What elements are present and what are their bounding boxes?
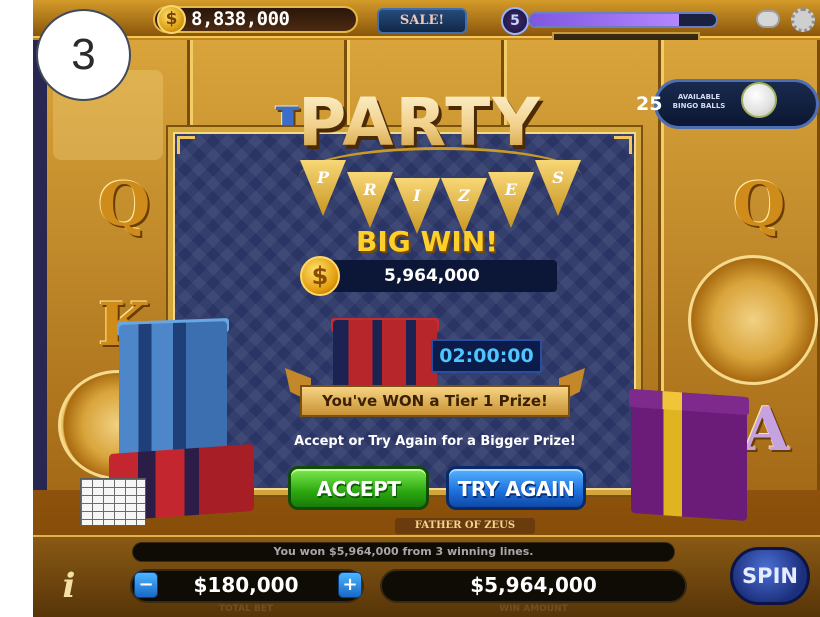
- decrease-bet-button[interactable]: −: [134, 572, 158, 598]
- level-progress-fill: [530, 14, 679, 26]
- reel-frame-strip: [33, 40, 47, 490]
- info-icon[interactable]: i: [54, 566, 84, 606]
- increase-bet-button[interactable]: +: [338, 572, 362, 598]
- reel-symbol-a: A: [743, 395, 790, 465]
- spin-button[interactable]: SPIN: [730, 547, 810, 605]
- dollar-coin-icon: $: [300, 256, 340, 296]
- reel-symbol-q: Q: [733, 170, 786, 240]
- paytable-grid-icon[interactable]: [80, 478, 146, 526]
- big-win-amount: 5,964,000: [384, 266, 480, 286]
- pennant-letter: S: [552, 168, 564, 187]
- bingo-ball-label: AVAILABLE BINGO BALLS: [672, 93, 726, 110]
- accept-button[interactable]: ACCEPT: [288, 466, 429, 510]
- prize-tier-banner: You've WON a Tier 1 Prize!: [300, 385, 570, 417]
- prize-instructions: Accept or Try Again for a Bigger Prize!: [294, 434, 576, 449]
- sale-button[interactable]: SALE!: [377, 8, 467, 34]
- win-message-bar: You won $5,964,000 from 3 winning lines.: [132, 542, 675, 562]
- total-bet-value: $180,000: [193, 573, 299, 597]
- pennant-letter: R: [363, 180, 377, 199]
- pennant-letter: I: [413, 186, 421, 205]
- pennant-letter: E: [504, 180, 518, 199]
- frame-corner: [177, 136, 195, 154]
- gear-icon[interactable]: [791, 8, 815, 32]
- level-badge-icon: 5: [501, 7, 529, 35]
- frame-corner: [614, 136, 632, 154]
- gift-box-icon: [333, 320, 437, 392]
- game-logo-subtitle: FATHER OF ZEUS: [395, 518, 535, 534]
- win-amount-label: WIN AMOUNT: [499, 604, 568, 614]
- bingo-ball-count: 25: [636, 93, 663, 115]
- pennant-letter: Z: [458, 186, 470, 205]
- lion-medallion-icon: [688, 255, 818, 385]
- try-again-button[interactable]: TRY AGAIN: [446, 466, 586, 510]
- bingo-ball-icon: [741, 82, 777, 118]
- total-bet-label: TOTAL BET: [218, 604, 274, 614]
- level-progress-bar: [528, 12, 718, 28]
- coin-icon: $: [157, 5, 186, 34]
- reel-symbol-q: Q: [98, 170, 151, 240]
- chat-icon[interactable]: [756, 10, 780, 28]
- step-number-badge: 3: [36, 9, 131, 101]
- win-amount-value: $5,964,000: [470, 573, 597, 597]
- pennant-letter: P: [316, 168, 330, 187]
- big-win-label: BIG WIN!: [356, 225, 498, 258]
- coin-balance: 8,838,000: [191, 8, 290, 30]
- prize-countdown: 02:00:00: [431, 339, 542, 373]
